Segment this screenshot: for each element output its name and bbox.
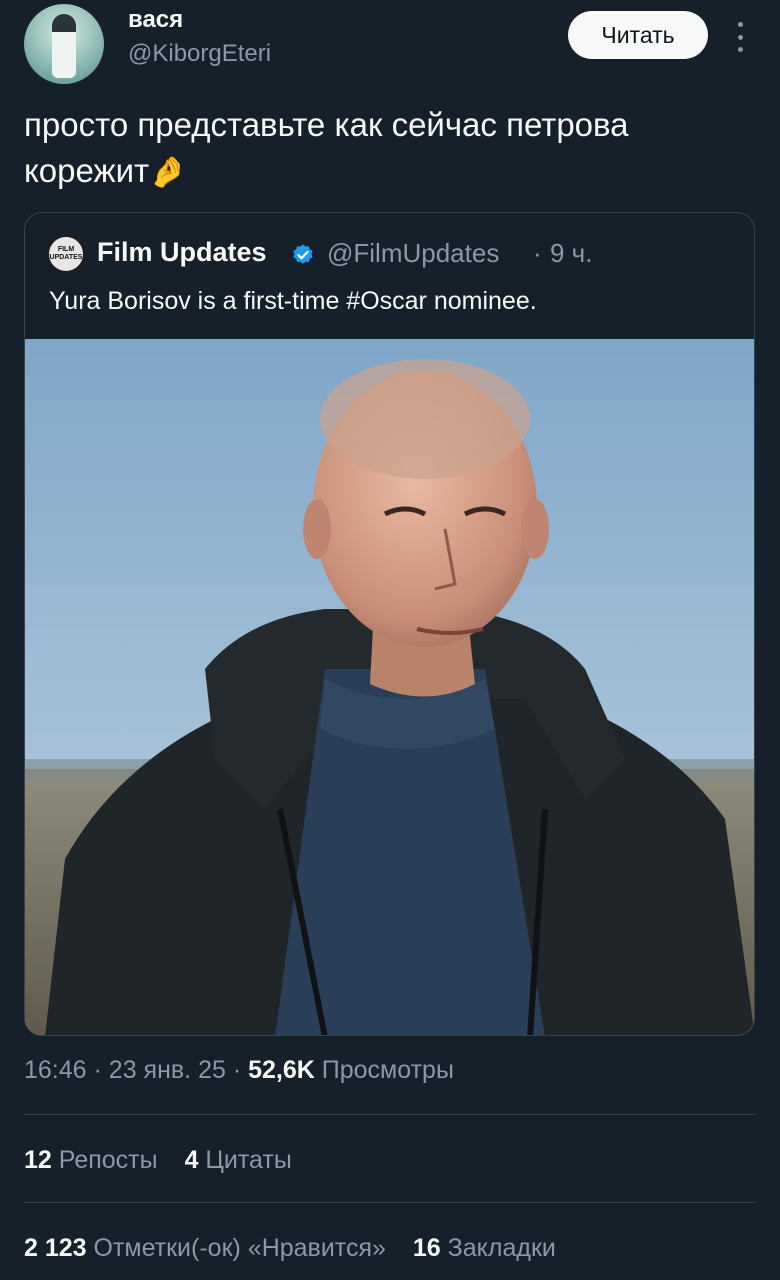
pinching-hand-icon: 🤌 (149, 156, 187, 190)
tweet-text: просто представьте как сейчас петрова ко… (24, 102, 754, 196)
tweet-date[interactable]: 23 янв. 25 (109, 1056, 226, 1084)
reposts-stat[interactable]: 12 Репосты (24, 1146, 158, 1175)
author-name[interactable]: вася (128, 6, 183, 34)
quoted-avatar[interactable]: FILM UPDATES (47, 235, 85, 273)
divider (24, 1114, 755, 1115)
photo-portrait-illustration (25, 339, 754, 1035)
reposts-count: 12 (24, 1146, 52, 1174)
quoted-author-handle[interactable]: @FilmUpdates (327, 238, 499, 269)
bookmarks-count: 16 (412, 1234, 441, 1262)
meta-separator: · (232, 1056, 242, 1084)
more-options-icon[interactable] (730, 22, 750, 52)
views-label: Просмотры (321, 1056, 454, 1084)
reposts-label: Репосты (58, 1146, 158, 1174)
tweet-time[interactable]: 16:46 (24, 1056, 87, 1084)
quoted-timestamp[interactable]: 9 ч. (550, 238, 592, 269)
avatar-figure (52, 14, 76, 78)
likes-label: Отметки(-ок) «Нравится» (93, 1234, 386, 1262)
quoted-tweet-text: Yura Borisov is a first-time #Oscar nomi… (49, 287, 537, 315)
views-count: 52,6K (248, 1056, 315, 1084)
engagement-row-1: 12 Репосты 4 Цитаты (24, 1146, 312, 1175)
tweet-body: просто представьте как сейчас петрова ко… (24, 106, 629, 189)
quoted-tweet-photo[interactable] (25, 339, 754, 1035)
quotes-stat[interactable]: 4 Цитаты (185, 1146, 292, 1175)
likes-count: 2 123 (24, 1234, 87, 1262)
verified-badge-icon (293, 244, 313, 264)
author-avatar[interactable] (24, 4, 104, 84)
follow-button[interactable]: Читать (568, 11, 708, 59)
quotes-label: Цитаты (205, 1146, 292, 1174)
bookmarks-stat[interactable]: 16 Закладки (413, 1234, 556, 1263)
divider (24, 1202, 755, 1203)
bookmarks-label: Закладки (447, 1234, 556, 1262)
separator-dot: · (533, 238, 542, 268)
likes-stat[interactable]: 2 123 Отметки(-ок) «Нравится» (24, 1234, 386, 1263)
quoted-tweet-card[interactable]: FILM UPDATES Film Updates @FilmUpdates ·… (24, 212, 755, 1036)
author-handle[interactable]: @KiborgEteri (128, 40, 271, 68)
quoted-author-name[interactable]: Film Updates (97, 237, 267, 268)
meta-separator: · (93, 1056, 102, 1084)
quotes-count: 4 (184, 1146, 199, 1174)
engagement-row-2: 2 123 Отметки(-ок) «Нравится» 16 Закладк… (24, 1234, 576, 1263)
tweet-meta: 16:46 · 23 янв. 25 · 52,6K Просмотры (24, 1056, 454, 1085)
